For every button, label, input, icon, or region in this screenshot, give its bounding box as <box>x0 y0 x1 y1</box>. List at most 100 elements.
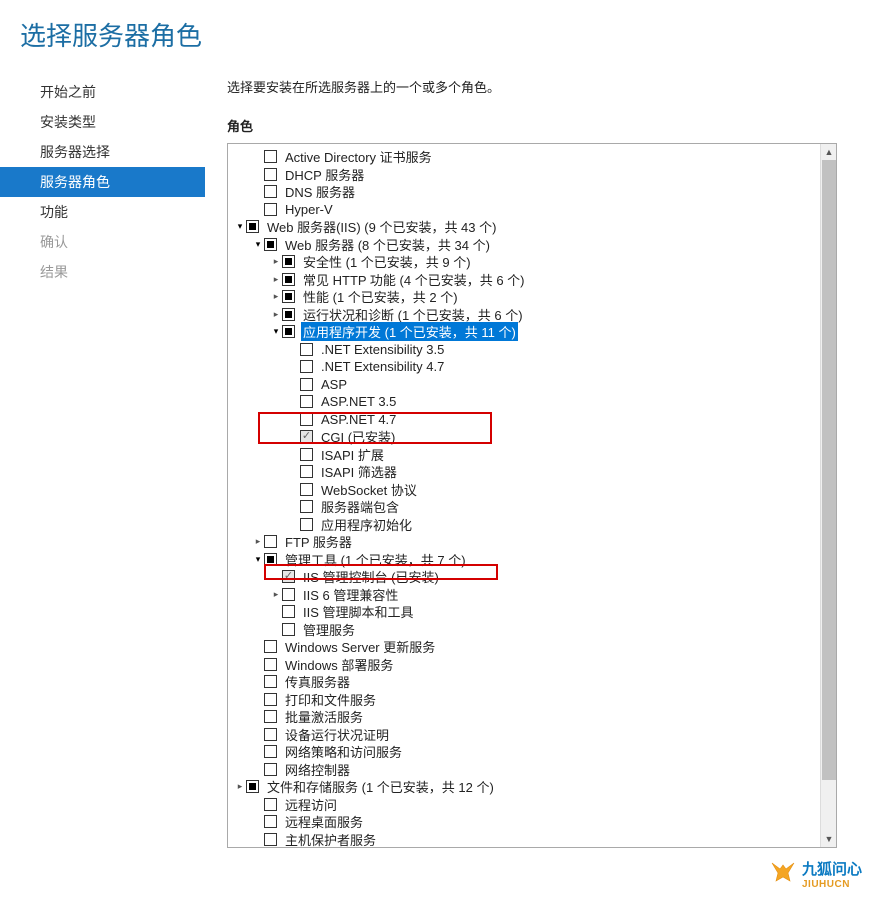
checkbox[interactable] <box>264 553 277 566</box>
sidebar-item-4[interactable]: 功能 <box>0 197 205 227</box>
tree-item-label[interactable]: 远程桌面服务 <box>283 812 365 831</box>
tree-item-label[interactable]: 批量激活服务 <box>283 707 365 726</box>
checkbox[interactable] <box>300 360 313 373</box>
tree-item-label[interactable]: Windows 部署服务 <box>283 655 395 674</box>
checkbox[interactable] <box>300 343 313 356</box>
sidebar-item-2[interactable]: 服务器选择 <box>0 137 205 167</box>
tree-row[interactable]: ▾Web 服务器 (8 个已安装，共 34 个) <box>234 236 820 254</box>
sidebar-item-3[interactable]: 服务器角色 <box>0 167 205 197</box>
tree-row[interactable]: WebSocket 协议 <box>234 481 820 499</box>
tree-item-label[interactable]: Windows Server 更新服务 <box>283 637 437 656</box>
tree-item-label[interactable]: 常见 HTTP 功能 (4 个已安装，共 6 个) <box>301 270 527 289</box>
expander-closed-icon[interactable]: ▸ <box>270 309 282 320</box>
tree-item-label[interactable]: Web 服务器(IIS) (9 个已安装，共 43 个) <box>265 217 498 236</box>
tree-row[interactable]: 主机保护者服务 <box>234 831 820 848</box>
checkbox[interactable] <box>264 535 277 548</box>
tree-item-label[interactable]: 远程访问 <box>283 795 339 814</box>
tree-item-label[interactable]: 网络策略和访问服务 <box>283 742 404 761</box>
tree-row[interactable]: ▸ 运行状况和诊断 (1 个已安装，共 6 个) <box>234 306 820 324</box>
expander-closed-icon[interactable]: ▸ <box>252 536 264 547</box>
tree-row[interactable]: ISAPI 筛选器 <box>234 463 820 481</box>
tree-row[interactable]: 管理服务 <box>234 621 820 639</box>
checkbox[interactable] <box>264 185 277 198</box>
tree-item-label[interactable]: .NET Extensibility 3.5 <box>319 342 446 357</box>
tree-row[interactable]: Windows Server 更新服务 <box>234 638 820 656</box>
checkbox[interactable] <box>300 378 313 391</box>
checkbox[interactable] <box>282 570 295 583</box>
checkbox[interactable] <box>282 290 295 303</box>
expander-closed-icon[interactable]: ▸ <box>234 781 246 792</box>
checkbox[interactable] <box>300 430 313 443</box>
tree-row[interactable]: ASP.NET 3.5 <box>234 393 820 411</box>
tree-item-label[interactable]: 打印和文件服务 <box>283 690 378 709</box>
expander-closed-icon[interactable]: ▸ <box>270 256 282 267</box>
tree-row[interactable]: Active Directory 证书服务 <box>234 148 820 166</box>
tree-item-label[interactable]: 主机保护者服务 <box>283 830 378 847</box>
tree-item-label[interactable]: 管理服务 <box>301 620 357 639</box>
checkbox[interactable] <box>300 413 313 426</box>
tree-row[interactable]: 应用程序初始化 <box>234 516 820 534</box>
checkbox[interactable] <box>282 623 295 636</box>
tree-item-label[interactable]: CGI (已安装) <box>319 427 397 446</box>
tree-item-label[interactable]: ISAPI 筛选器 <box>319 462 399 481</box>
scroll-up-arrow-icon[interactable]: ▲ <box>821 144 837 160</box>
tree-item-label[interactable]: ASP <box>319 377 349 392</box>
checkbox[interactable] <box>282 255 295 268</box>
expander-open-icon[interactable]: ▾ <box>234 221 246 232</box>
tree-row[interactable]: ▾应用程序开发 (1 个已安装，共 11 个) <box>234 323 820 341</box>
checkbox[interactable] <box>264 693 277 706</box>
tree-row[interactable]: ▾管理工具 (1 个已安装，共 7 个) <box>234 551 820 569</box>
checkbox[interactable] <box>264 833 277 846</box>
checkbox[interactable] <box>264 745 277 758</box>
checkbox[interactable] <box>264 728 277 741</box>
tree-row[interactable]: Windows 部署服务 <box>234 656 820 674</box>
tree-row[interactable]: 远程访问 <box>234 796 820 814</box>
tree-row[interactable]: 传真服务器 <box>234 673 820 691</box>
tree-row[interactable]: .NET Extensibility 4.7 <box>234 358 820 376</box>
tree-item-label[interactable]: 服务器端包含 <box>319 497 401 516</box>
tree-item-label[interactable]: 应用程序初始化 <box>319 515 414 534</box>
tree-item-label[interactable]: ASP.NET 4.7 <box>319 412 398 427</box>
checkbox[interactable] <box>282 273 295 286</box>
tree-row[interactable]: Hyper-V <box>234 201 820 219</box>
roles-tree[interactable]: Active Directory 证书服务DHCP 服务器DNS 服务器Hype… <box>228 144 820 847</box>
checkbox[interactable] <box>282 308 295 321</box>
tree-row[interactable]: DNS 服务器 <box>234 183 820 201</box>
tree-item-label[interactable]: 网络控制器 <box>283 760 352 779</box>
expander-open-icon[interactable]: ▾ <box>252 554 264 565</box>
tree-item-label[interactable]: IIS 管理脚本和工具 <box>301 602 416 621</box>
checkbox[interactable] <box>264 675 277 688</box>
sidebar-item-0[interactable]: 开始之前 <box>0 77 205 107</box>
tree-row[interactable]: 设备运行状况证明 <box>234 726 820 744</box>
tree-row[interactable]: IIS 管理控制台 (已安装) <box>234 568 820 586</box>
tree-row[interactable]: ▸文件和存储服务 (1 个已安装，共 12 个) <box>234 778 820 796</box>
sidebar-item-1[interactable]: 安装类型 <box>0 107 205 137</box>
checkbox[interactable] <box>264 238 277 251</box>
expander-closed-icon[interactable]: ▸ <box>270 274 282 285</box>
checkbox[interactable] <box>264 815 277 828</box>
checkbox[interactable] <box>282 588 295 601</box>
tree-item-label[interactable]: 安全性 (1 个已安装，共 9 个) <box>301 252 473 271</box>
expander-open-icon[interactable]: ▾ <box>252 239 264 250</box>
checkbox[interactable] <box>300 483 313 496</box>
tree-row[interactable]: ▸IIS 6 管理兼容性 <box>234 586 820 604</box>
tree-row[interactable]: ▾ Web 服务器(IIS) (9 个已安装，共 43 个) <box>234 218 820 236</box>
scrollbar-thumb[interactable] <box>822 160 836 780</box>
checkbox[interactable] <box>264 798 277 811</box>
checkbox[interactable] <box>282 605 295 618</box>
checkbox[interactable] <box>264 710 277 723</box>
tree-row[interactable]: 服务器端包含 <box>234 498 820 516</box>
tree-item-label[interactable]: DHCP 服务器 <box>283 165 366 184</box>
tree-item-label[interactable]: 设备运行状况证明 <box>283 725 391 744</box>
scroll-down-arrow-icon[interactable]: ▼ <box>821 831 837 847</box>
vertical-scrollbar[interactable]: ▲ ▼ <box>820 144 836 847</box>
tree-item-label[interactable]: 运行状况和诊断 (1 个已安装，共 6 个) <box>301 305 525 324</box>
tree-row[interactable]: ▸ 安全性 (1 个已安装，共 9 个) <box>234 253 820 271</box>
tree-row[interactable]: ▸性能 (1 个已安装，共 2 个) <box>234 288 820 306</box>
tree-row[interactable]: 网络策略和访问服务 <box>234 743 820 761</box>
tree-item-label[interactable]: 性能 (1 个已安装，共 2 个) <box>301 287 460 306</box>
tree-item-label[interactable]: WebSocket 协议 <box>319 480 419 499</box>
tree-item-label[interactable]: IIS 6 管理兼容性 <box>301 585 400 604</box>
checkbox[interactable] <box>264 150 277 163</box>
checkbox[interactable] <box>300 395 313 408</box>
